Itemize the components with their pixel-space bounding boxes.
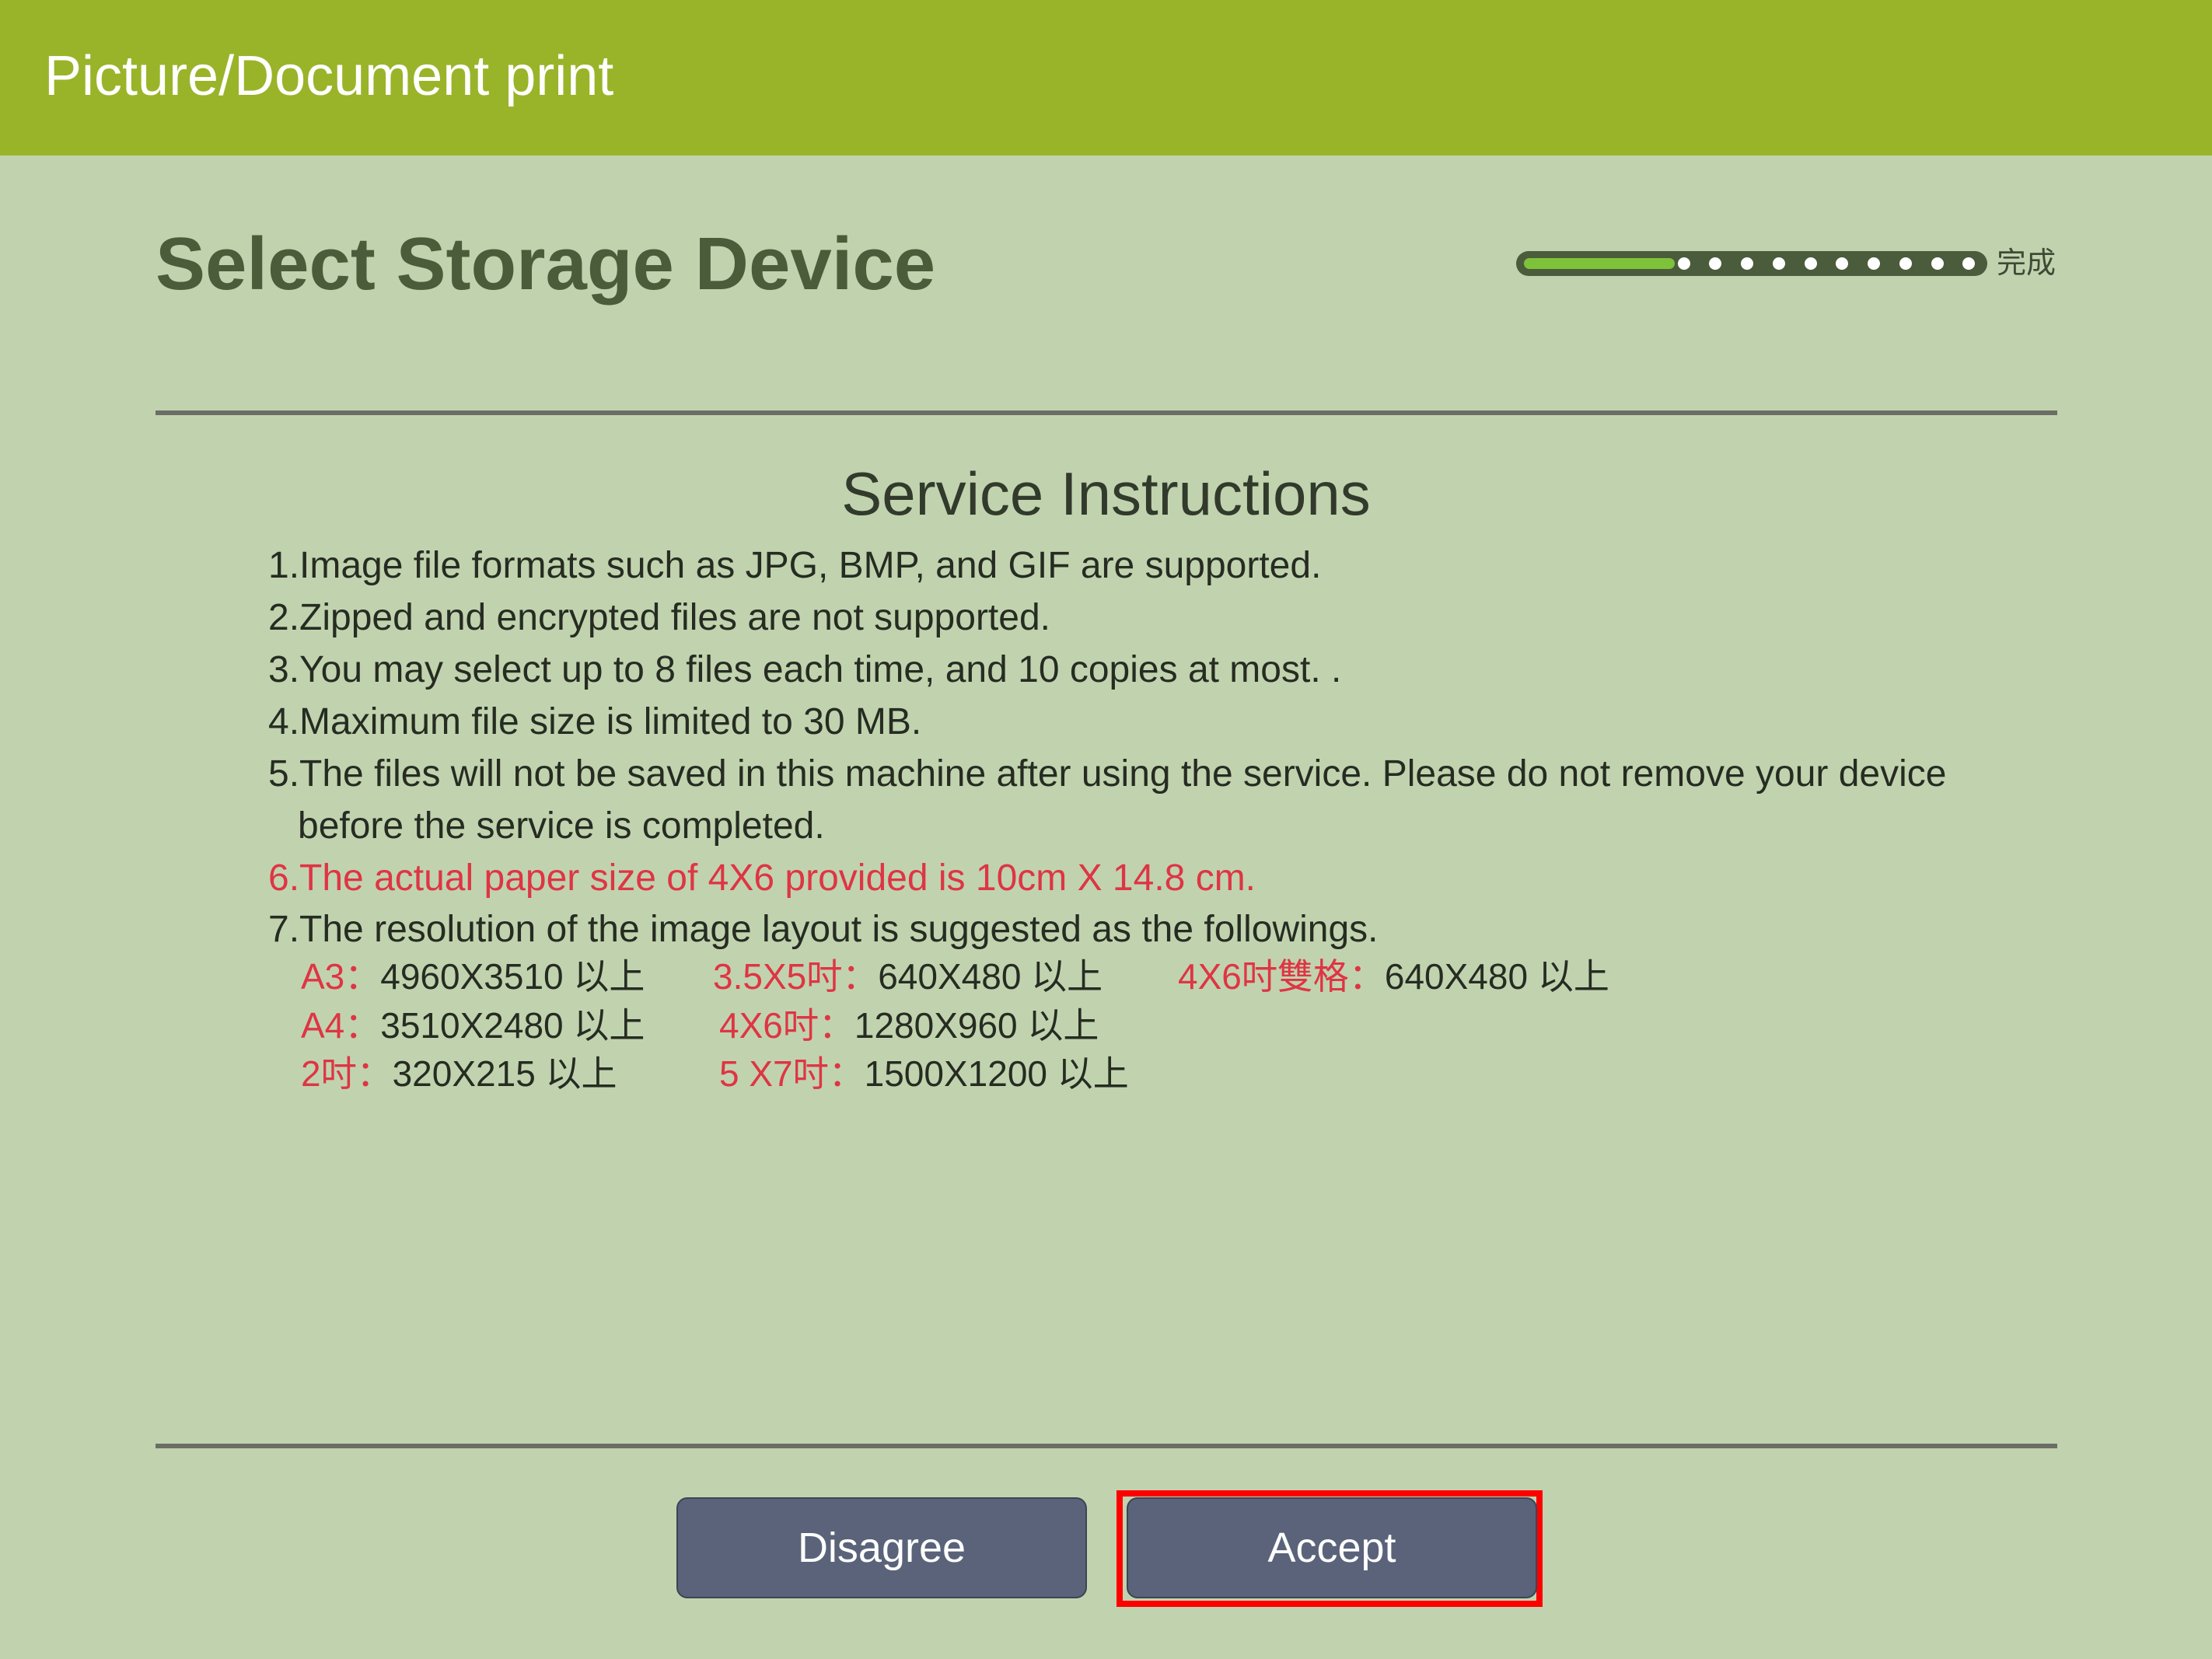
resolution-item: 4X6吋雙格：640X480 以上 xyxy=(1178,952,1609,1001)
instructions-heading: Service Instructions xyxy=(841,459,1371,528)
progress-step-dot xyxy=(1805,257,1817,270)
progress-step-dot xyxy=(1709,257,1721,270)
resolution-item: 4X6吋：1280X960 以上 xyxy=(719,1001,1099,1050)
instruction-item: 1.Image file formats such as JPG, BMP, a… xyxy=(268,545,1322,586)
resolution-value: 1280X960 以上 xyxy=(854,1005,1099,1046)
top-divider xyxy=(156,410,2057,415)
resolution-item: A4：3510X2480 以上 xyxy=(301,1001,645,1050)
resolution-value: 3510X2480 以上 xyxy=(380,1005,645,1046)
progress-step-dot xyxy=(1773,257,1785,270)
resolution-value: 1500X1200 以上 xyxy=(864,1053,1129,1094)
resolution-name: 2吋： xyxy=(301,1053,393,1094)
resolution-item: 2吋：320X215 以上 xyxy=(301,1050,617,1098)
resolution-item: 3.5X5吋：640X480 以上 xyxy=(713,952,1103,1001)
progress-step-dot xyxy=(1962,257,1975,270)
resolution-name: A3： xyxy=(301,956,381,997)
resolution-value: 640X480 以上 xyxy=(1384,956,1609,997)
progress-step-dot xyxy=(1836,257,1848,270)
instruction-item: 5.The files will not be saved in this ma… xyxy=(268,753,1947,795)
resolution-name: 5 X7吋： xyxy=(719,1053,865,1094)
instruction-item: 7.The resolution of the image layout is … xyxy=(268,909,1379,950)
resolution-value: 4960X3510 以上 xyxy=(380,956,645,997)
instruction-item: 3.You may select up to 8 files each time… xyxy=(268,649,1342,690)
instruction-item-continuation: before the service is completed. xyxy=(298,805,825,847)
progress-step-dot xyxy=(1678,257,1690,270)
progress-step-dot xyxy=(1741,257,1753,270)
app-title: Picture/Document print xyxy=(44,45,614,107)
resolution-name: 4X6吋： xyxy=(719,1005,854,1046)
resolution-item: 5 X7吋：1500X1200 以上 xyxy=(719,1050,1129,1098)
resolution-name: 4X6吋雙格： xyxy=(1178,956,1385,997)
instruction-item: 2.Zipped and encrypted files are not sup… xyxy=(268,597,1050,638)
progress-label: 完成 xyxy=(1997,247,2056,280)
resolution-item: A3：4960X3510 以上 xyxy=(301,952,645,1001)
disagree-button[interactable]: Disagree xyxy=(676,1497,1087,1598)
progress-step-dot xyxy=(1931,257,1944,270)
page-title: Select Storage Device xyxy=(156,222,936,306)
progress-bar xyxy=(1516,251,1987,276)
progress-step-dot xyxy=(1899,257,1912,270)
progress-fill xyxy=(1524,258,1675,269)
accept-button[interactable]: Accept xyxy=(1127,1497,1537,1598)
resolution-name: 3.5X5吋： xyxy=(713,956,879,997)
resolution-value: 640X480 以上 xyxy=(878,956,1103,997)
bottom-divider xyxy=(156,1444,2057,1448)
instruction-item-highlight: 6.The actual paper size of 4X6 provided … xyxy=(268,857,1256,899)
resolution-value: 320X215 以上 xyxy=(392,1053,617,1094)
progress-step-dot xyxy=(1868,257,1880,270)
header-bar: Picture/Document print xyxy=(0,0,2212,155)
instruction-item: 4.Maximum file size is limited to 30 MB. xyxy=(268,701,922,742)
resolution-name: A4： xyxy=(301,1005,381,1046)
